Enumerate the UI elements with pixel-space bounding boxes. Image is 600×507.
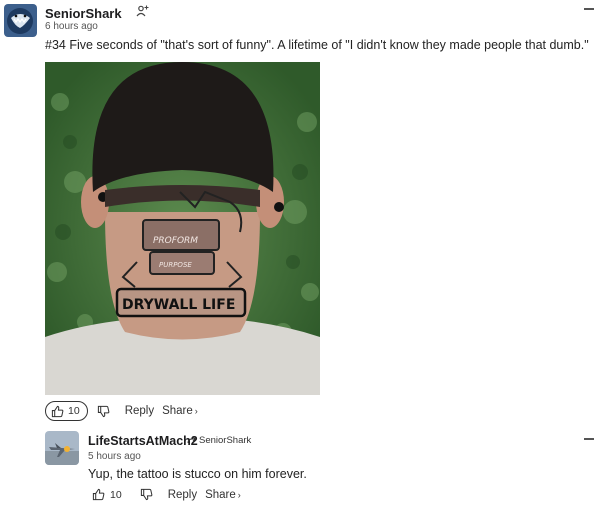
- replying-to-author: SeniorShark: [199, 435, 252, 446]
- thumbs-up-icon: [92, 488, 105, 501]
- reply-menu-icon[interactable]: [584, 438, 594, 440]
- tattoo-text-drywall: DRYWALL LIFE: [122, 297, 235, 313]
- comment-text: #34 Five seconds of "that's sort of funn…: [45, 38, 589, 52]
- comment-timestamp: 6 hours ago: [45, 21, 98, 32]
- reply-author[interactable]: LifeStartsAtMach2: [88, 434, 198, 448]
- dislike-button[interactable]: [97, 405, 110, 418]
- shark-avatar-icon: [4, 4, 37, 37]
- avatar[interactable]: [4, 4, 37, 37]
- reply-timestamp: 5 hours ago: [88, 451, 141, 462]
- thumbs-down-icon: [97, 405, 110, 417]
- thumbs-up-icon: [51, 405, 64, 417]
- reply-avatar[interactable]: [45, 431, 79, 465]
- reply-share-arrow-glyph: ›: [237, 489, 241, 500]
- reply-actions: 10 Reply Share ›: [92, 488, 241, 501]
- like-count: 10: [68, 405, 80, 417]
- tattoo-text-proform: PROFORM: [153, 236, 198, 246]
- reply-like-count: 10: [110, 488, 122, 501]
- reply-like-button[interactable]: 10: [92, 488, 122, 501]
- reply-dislike-button[interactable]: [140, 488, 153, 501]
- reply-button[interactable]: Reply: [125, 405, 154, 417]
- reply-reply-button[interactable]: Reply: [168, 489, 197, 501]
- comment-author[interactable]: SeniorShark: [45, 6, 122, 21]
- reply-share-label: Share: [205, 488, 236, 501]
- share-label: Share: [162, 405, 193, 417]
- add-user-icon[interactable]: [136, 4, 150, 18]
- thumbs-down-icon: [140, 488, 153, 501]
- reply-share-button[interactable]: Share ›: [205, 489, 241, 501]
- reply-arrow-icon: [187, 436, 196, 443]
- like-button[interactable]: 10: [45, 401, 88, 421]
- reply-text: Yup, the tattoo is stucco on him forever…: [88, 467, 307, 481]
- menu-icon[interactable]: [584, 8, 594, 10]
- share-arrow-glyph: ›: [194, 406, 198, 416]
- comment-actions: 10 Reply Share ›: [45, 401, 198, 421]
- jet-avatar-icon: [45, 431, 79, 465]
- replying-to[interactable]: SeniorShark: [187, 435, 251, 446]
- share-button[interactable]: Share ›: [162, 405, 198, 417]
- comment-image[interactable]: PROFORM PURPOSE DRYWALL LIFE: [45, 62, 320, 395]
- tattoo-text-purpose: PURPOSE: [159, 261, 192, 269]
